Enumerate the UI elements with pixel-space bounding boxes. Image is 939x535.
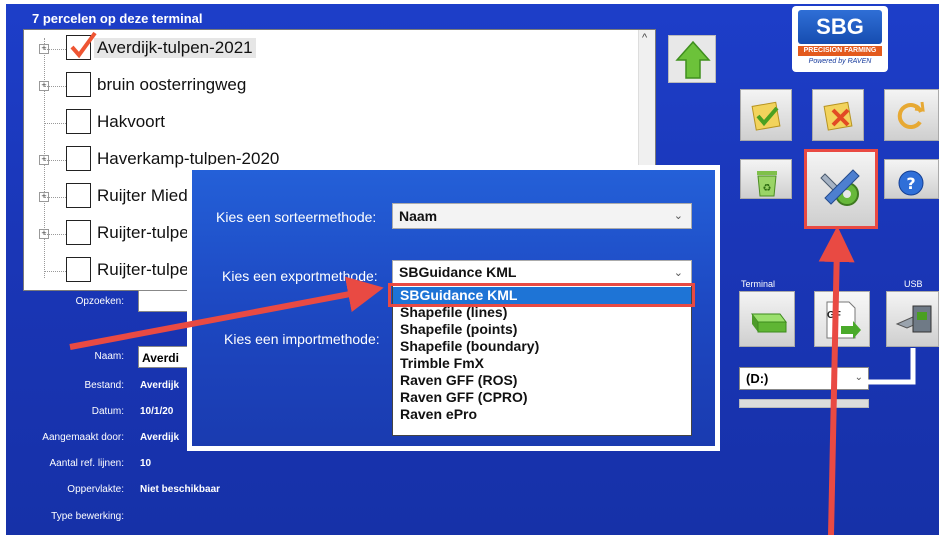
app-window: 7 percelen op deze terminal + Averdijk-t… <box>6 4 939 535</box>
annotation-arrow <box>818 226 855 535</box>
annotation-arrow <box>69 276 384 350</box>
annotation-arrows <box>69 226 855 535</box>
